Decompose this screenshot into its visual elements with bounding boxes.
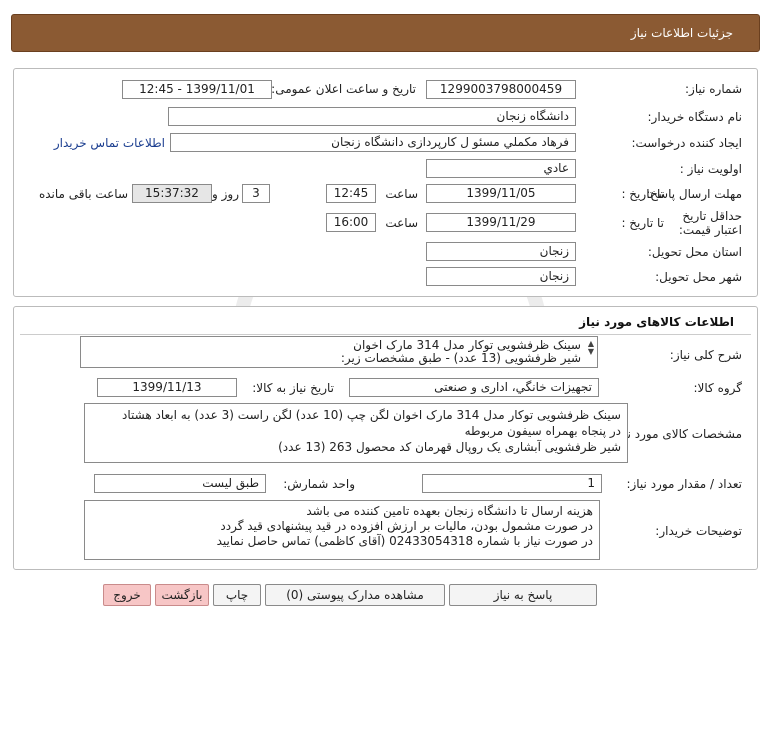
- goods-spec-label: مشخصات کالای مورد نیاز:: [610, 427, 742, 441]
- announce-field: 1399/11/01 - 12:45: [122, 80, 272, 99]
- quantity-label: تعداد / مقدار مورد نیاز:: [626, 477, 742, 491]
- unit-label: واحد شمارش:: [283, 477, 355, 491]
- province-label: استان محل تحویل:: [647, 245, 742, 259]
- remaining-time-field: 15:37:32: [132, 184, 212, 203]
- page-header: جزئیات اطلاعات نیاز: [11, 14, 760, 52]
- announce-label: تاریخ و ساعت اعلان عمومی:: [271, 82, 416, 96]
- city-label: شهر محل تحویل:: [655, 270, 742, 284]
- need-date-label: تاریخ نیاز به کالا:: [252, 381, 334, 395]
- price-validity-label: حداقل تاریخ اعتبار قیمت:: [678, 209, 742, 237]
- send-date-field: 1399/11/05: [426, 184, 576, 203]
- goods-spec-line: شیر ظرفشویی آبشاری یک روپال قهرمان کد مح…: [278, 440, 621, 454]
- buyer-org-label: نام دستگاه خریدار:: [647, 110, 743, 124]
- requester-label: ایجاد کننده درخواست:: [631, 136, 742, 150]
- send-time-field: 12:45: [326, 184, 376, 203]
- buyer-notes-field: هزینه ارسال تا دانشگاه زنجان بعهده تامین…: [84, 500, 600, 560]
- days-remaining-field: 3: [242, 184, 270, 203]
- goods-group-label: گروه کالا:: [693, 381, 743, 395]
- section-divider: [20, 334, 751, 335]
- validity-until-date-label: تا تاریخ :: [621, 216, 664, 230]
- general-desc-line: شیر ظرفشویی (13 عدد) - طبق مشخصات زیر:: [340, 351, 581, 365]
- goods-spec-line: سینک ظرفشویی توکار مدل 314 مارک اخوان لگ…: [122, 408, 621, 422]
- general-desc-field[interactable]: سینک ظرفشویی توکار مدل 314 مارک اخوان شی…: [80, 336, 598, 368]
- days-label: روز و: [212, 187, 239, 201]
- exit-button[interactable]: خروج: [103, 584, 151, 606]
- need-number-field: 1299003798000459: [426, 80, 576, 99]
- province-field: زنجان: [426, 242, 576, 261]
- page-title: جزئیات اطلاعات نیاز: [630, 26, 733, 40]
- attachments-button[interactable]: مشاهده مدارک پیوستی (0): [265, 584, 445, 606]
- priority-field: عادي: [426, 159, 576, 178]
- goods-section-title: اطلاعات کالاهای مورد نیاز: [579, 315, 734, 329]
- buyer-contact-link[interactable]: اطلاعات تماس خریدار: [54, 136, 165, 150]
- remaining-time-label: ساعت باقی مانده: [38, 187, 128, 201]
- send-time-label: ساعت: [385, 187, 418, 201]
- quantity-field: 1: [422, 474, 602, 493]
- requester-field: فرهاد مکملي مسئو ل کارپردازی دانشگاه زنج…: [170, 133, 576, 152]
- validity-time-field: 16:00: [326, 213, 376, 232]
- need-date-field: 1399/11/13: [97, 378, 237, 397]
- send-until-date-label: تا تاریخ :: [621, 187, 664, 201]
- goods-spec-line: در پنجاه بهمراه سیفون مربوطه: [464, 424, 621, 438]
- need-number-label: شماره نیاز:: [685, 82, 742, 96]
- scroll-arrows-icon[interactable]: ▲ ▼: [586, 340, 596, 358]
- city-field: زنجان: [426, 267, 576, 286]
- back-button[interactable]: بازگشت: [155, 584, 209, 606]
- buyer-notes-line: در صورت نیاز با شماره 02433054318 (آقای …: [216, 534, 593, 548]
- reply-button[interactable]: پاسخ به نیاز: [449, 584, 597, 606]
- buyer-org-field: دانشگاه زنجان: [168, 107, 576, 126]
- unit-field: طبق لیست: [94, 474, 266, 493]
- priority-label: اولویت نیاز :: [679, 162, 742, 176]
- print-button[interactable]: چاپ: [213, 584, 261, 606]
- goods-spec-field: سینک ظرفشویی توکار مدل 314 مارک اخوان لگ…: [84, 403, 628, 463]
- validity-date-field: 1399/11/29: [426, 213, 576, 232]
- general-desc-label: شرح کلی نیاز:: [669, 348, 742, 362]
- buyer-notes-label: توضیحات خریدار:: [655, 524, 742, 538]
- need-info-panel: [13, 68, 758, 297]
- buyer-notes-line: در صورت مشمول بودن، مالیات بر ارزش افزود…: [220, 519, 593, 533]
- goods-group-field: تجهیزات خانگي، اداری و صنعتی: [349, 378, 599, 397]
- buyer-notes-line: هزینه ارسال تا دانشگاه زنجان بعهده تامین…: [306, 504, 593, 518]
- validity-time-label: ساعت: [385, 216, 418, 230]
